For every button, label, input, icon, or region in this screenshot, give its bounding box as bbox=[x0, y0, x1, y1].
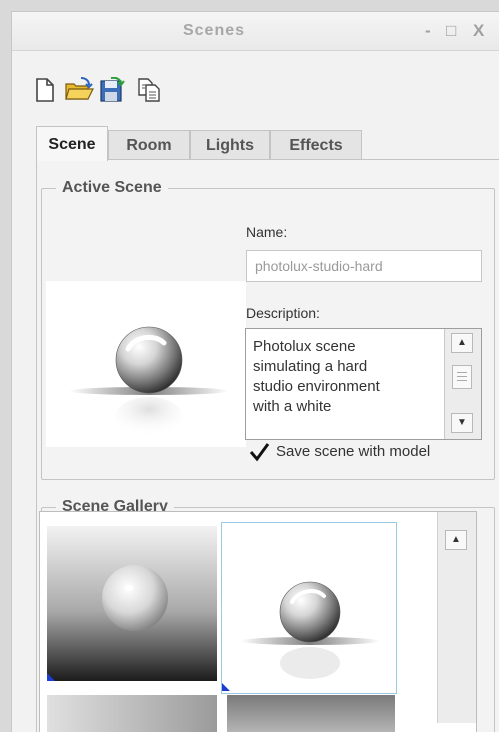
title-bar: Scenes - □ X bbox=[12, 12, 499, 51]
active-scene-group: Active Scene Name: photolux-studio-hard … bbox=[41, 179, 495, 480]
name-input[interactable] bbox=[246, 250, 482, 282]
minimize-button[interactable]: - bbox=[425, 21, 431, 41]
name-label: Name: bbox=[246, 224, 288, 240]
tab-room[interactable]: Room bbox=[108, 130, 190, 160]
gallery-list[interactable]: ▲ bbox=[39, 511, 477, 732]
description-label: Description: bbox=[246, 305, 320, 321]
gallery-thumb-3[interactable] bbox=[47, 695, 217, 732]
sphere-preview-image bbox=[46, 281, 261, 447]
gallery-scroll-up-button[interactable]: ▲ bbox=[445, 530, 467, 550]
scroll-up-button[interactable]: ▲ bbox=[451, 333, 473, 353]
sphere-studio-thumbnail bbox=[240, 581, 380, 679]
tab-scene[interactable]: Scene bbox=[36, 126, 108, 161]
tab-effects[interactable]: Effects bbox=[270, 130, 362, 160]
thumb-corner-marker bbox=[47, 673, 55, 681]
description-scrollbar[interactable]: ▲ ▼ bbox=[444, 329, 481, 439]
window-title: Scenes bbox=[182, 22, 246, 39]
active-scene-label: Active Scene bbox=[56, 179, 168, 197]
checkmark-icon[interactable] bbox=[248, 441, 270, 463]
description-text: Photolux scene simulating a hard studio … bbox=[253, 338, 380, 415]
new-icon[interactable] bbox=[32, 77, 58, 103]
open-icon[interactable] bbox=[64, 77, 94, 103]
sphere-gradient-thumbnail bbox=[47, 526, 217, 681]
save-icon[interactable] bbox=[98, 77, 126, 103]
gallery-thumb-4[interactable] bbox=[227, 695, 395, 732]
scenes-panel: Scenes - □ X Scene Room Lights Effects A… bbox=[11, 11, 499, 732]
close-button[interactable]: X bbox=[473, 21, 484, 41]
gallery-thumb-1[interactable] bbox=[47, 526, 217, 681]
gallery-thumb-2[interactable] bbox=[221, 522, 397, 694]
gallery-scrollbar[interactable]: ▲ bbox=[437, 512, 476, 723]
thumb-corner-marker bbox=[222, 683, 230, 691]
toolbar bbox=[12, 51, 499, 115]
tab-lights[interactable]: Lights bbox=[190, 130, 270, 160]
scroll-down-button[interactable]: ▼ bbox=[451, 413, 473, 433]
maximize-button[interactable]: □ bbox=[446, 21, 456, 41]
scene-preview bbox=[46, 281, 261, 447]
scroll-thumb[interactable] bbox=[452, 365, 472, 389]
copy-icon[interactable] bbox=[136, 77, 162, 103]
save-with-model-checkbox[interactable]: Save scene with model bbox=[248, 441, 488, 465]
description-field[interactable]: Photolux scene simulating a hard studio … bbox=[245, 328, 482, 440]
save-with-model-label: Save scene with model bbox=[276, 443, 431, 460]
